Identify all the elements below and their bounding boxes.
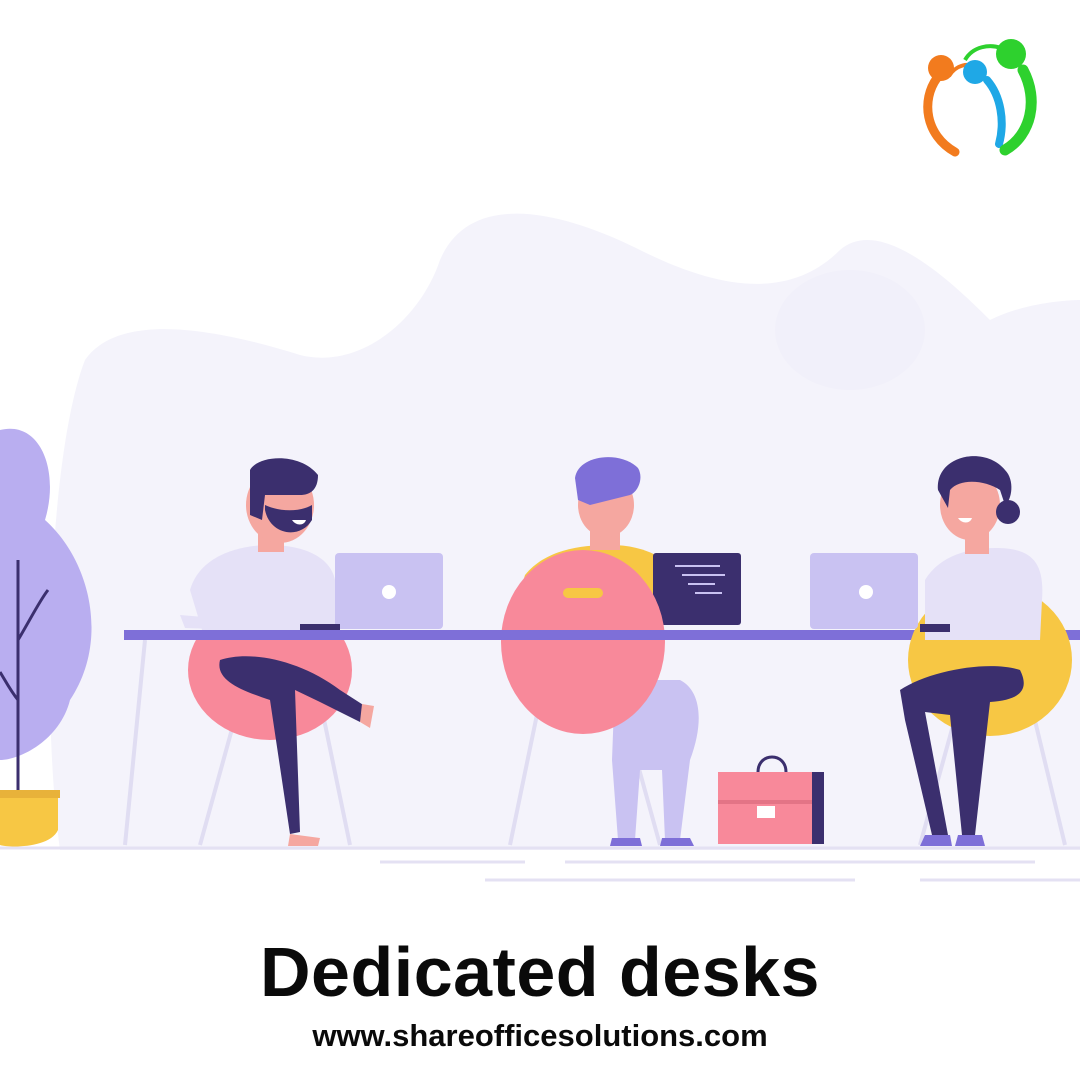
floor-lines xyxy=(0,846,1080,882)
caption: Dedicated desks www.shareofficesolutions… xyxy=(0,930,1080,1056)
people-circle-logo-icon xyxy=(923,39,1037,157)
website-url: www.shareofficesolutions.com xyxy=(312,1018,768,1053)
poster: Dedicated desks www.shareofficesolutions… xyxy=(0,0,1080,1080)
headline: Dedicated desks xyxy=(260,933,820,1011)
background-cloud xyxy=(775,270,925,390)
